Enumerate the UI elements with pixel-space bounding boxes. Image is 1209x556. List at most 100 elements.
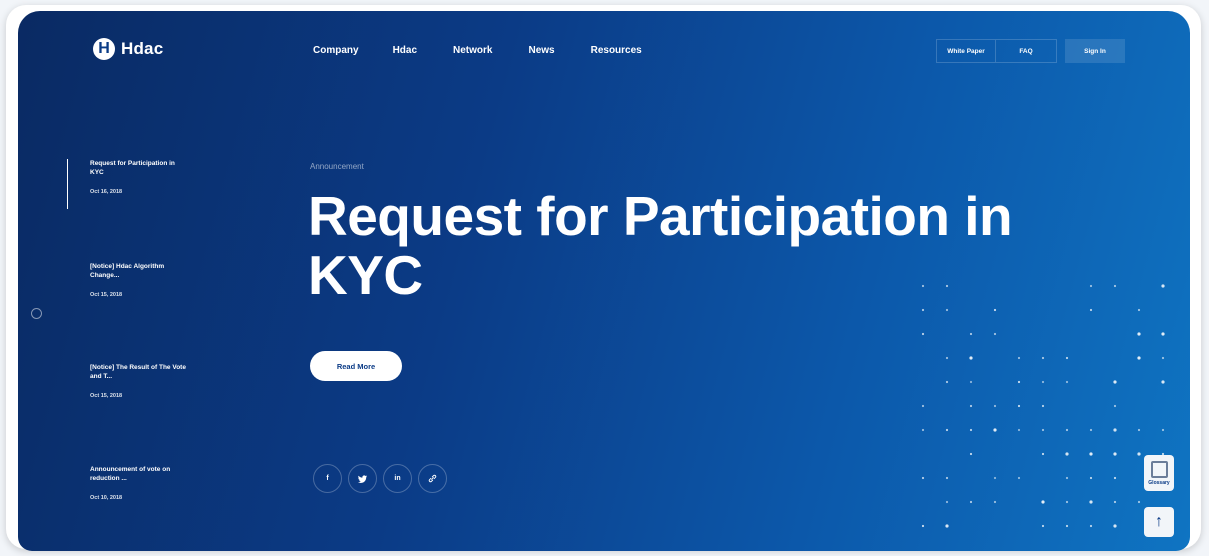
decorative-dot [993, 332, 997, 336]
book-icon [1150, 460, 1168, 478]
top-actions: White Paper FAQ Sign In [936, 39, 1125, 63]
decorative-dot [1161, 356, 1165, 360]
decorative-dot [1161, 380, 1165, 384]
sidebar-item[interactable]: Request for Participation in KYC Oct 16,… [90, 159, 190, 195]
decorative-dot [969, 452, 973, 456]
decorative-dot [945, 500, 949, 504]
decorative-dot [1161, 428, 1165, 432]
decorative-dot [1041, 380, 1045, 384]
decorative-dot [993, 308, 997, 312]
decorative-dot [969, 356, 973, 360]
decorative-dot [1113, 476, 1117, 480]
sidebar-toggle-icon[interactable] [31, 308, 42, 319]
decorative-dot [1041, 452, 1045, 456]
decorative-dot [945, 476, 949, 480]
sign-in-button[interactable]: Sign In [1065, 39, 1125, 63]
sidebar-item[interactable]: [Notice] Hdac Algorithm Change... Oct 15… [90, 262, 190, 298]
white-paper-button[interactable]: White Paper [936, 39, 996, 63]
scroll-top-button[interactable]: ↑ [1144, 507, 1174, 537]
decorative-dot [1017, 404, 1021, 408]
decorative-dot [1017, 476, 1021, 480]
brand-name: Hdac [121, 39, 164, 58]
decorative-dot [921, 332, 925, 336]
decorative-dot [1137, 308, 1141, 312]
faq-button[interactable]: FAQ [996, 39, 1057, 63]
sidebar-item-date: Oct 16, 2018 [90, 189, 123, 195]
decorative-dot [921, 428, 925, 432]
decorative-dot [1161, 284, 1165, 288]
nav-item-resources[interactable]: Resources [591, 45, 642, 56]
hero-section: H Hdac Company Hdac Network News Resourc… [18, 11, 1190, 551]
decorative-dot [993, 476, 997, 480]
hdac-logo-icon: H [93, 38, 115, 60]
decorative-dot [1089, 476, 1093, 480]
decorative-dot [1041, 356, 1045, 360]
decorative-dot [969, 332, 973, 336]
nav-item-company[interactable]: Company [313, 45, 359, 56]
decorative-dot [1089, 308, 1093, 312]
decorative-dot [993, 500, 997, 504]
decorative-dot [1017, 428, 1021, 432]
decorative-dot [945, 284, 949, 288]
decorative-dot [1065, 356, 1069, 360]
decorative-dot [1065, 524, 1069, 528]
glossary-button[interactable]: Glossary [1144, 455, 1174, 491]
facebook-icon[interactable]: f [313, 464, 342, 493]
decorative-dot [1041, 524, 1045, 528]
decorative-dot [1137, 356, 1141, 360]
decorative-dot [1113, 428, 1117, 432]
decorative-dot [1041, 428, 1045, 432]
decorative-dot [1017, 356, 1021, 360]
decorative-dot [921, 524, 925, 528]
decorative-dot [993, 428, 997, 432]
decorative-dot [1017, 380, 1021, 384]
decorative-dot [969, 404, 973, 408]
decorative-dot [993, 404, 997, 408]
nav-item-news[interactable]: News [528, 45, 554, 56]
decorative-dot [1113, 500, 1117, 504]
decorative-dot [969, 500, 973, 504]
decorative-dot [1113, 524, 1117, 528]
decorative-dot [1065, 380, 1069, 384]
sidebar-item-title: [Notice] The Result of The Vote and T... [90, 364, 186, 380]
sidebar-item-date: Oct 10, 2018 [90, 495, 123, 501]
sidebar-item-date: Oct 15, 2018 [90, 393, 123, 399]
decorative-dot [1089, 284, 1093, 288]
link-icon[interactable] [418, 464, 447, 493]
twitter-icon[interactable] [348, 464, 377, 493]
decorative-dot [1041, 404, 1045, 408]
sidebar-item-title: [Notice] Hdac Algorithm Change... [90, 263, 165, 279]
decorative-dot [1065, 500, 1069, 504]
linkedin-icon[interactable]: in [383, 464, 412, 493]
read-more-button[interactable]: Read More [310, 351, 402, 381]
decorative-dot [969, 380, 973, 384]
logo[interactable]: H Hdac [93, 38, 163, 60]
decorative-dot [1161, 332, 1165, 336]
post-category: Announcement [310, 162, 364, 171]
decorative-dot [921, 308, 925, 312]
sidebar-item[interactable]: [Notice] The Result of The Vote and T...… [90, 363, 190, 399]
decorative-dot [1089, 500, 1093, 504]
nav-item-network[interactable]: Network [453, 45, 492, 56]
decorative-dot [945, 428, 949, 432]
decorative-dot [1089, 428, 1093, 432]
decorative-dot-grid [921, 284, 1165, 528]
decorative-dot [1113, 380, 1117, 384]
decorative-dot [1113, 452, 1117, 456]
decorative-dot [945, 308, 949, 312]
decorative-dot [1065, 476, 1069, 480]
decorative-dot [1137, 500, 1141, 504]
active-indicator [67, 159, 68, 209]
decorative-dot [1113, 404, 1117, 408]
decorative-dot [1089, 524, 1093, 528]
sidebar-item[interactable]: Announcement of vote on reduction ... Oc… [90, 465, 190, 501]
decorative-dot [1113, 284, 1117, 288]
decorative-dot [969, 428, 973, 432]
social-share: f in [313, 464, 447, 493]
decorative-dot [1065, 428, 1069, 432]
decorative-dot [921, 476, 925, 480]
sidebar-item-title: Request for Participation in KYC [90, 160, 175, 176]
decorative-dot [945, 524, 949, 528]
decorative-dot [1137, 428, 1141, 432]
nav-item-hdac[interactable]: Hdac [393, 45, 417, 56]
